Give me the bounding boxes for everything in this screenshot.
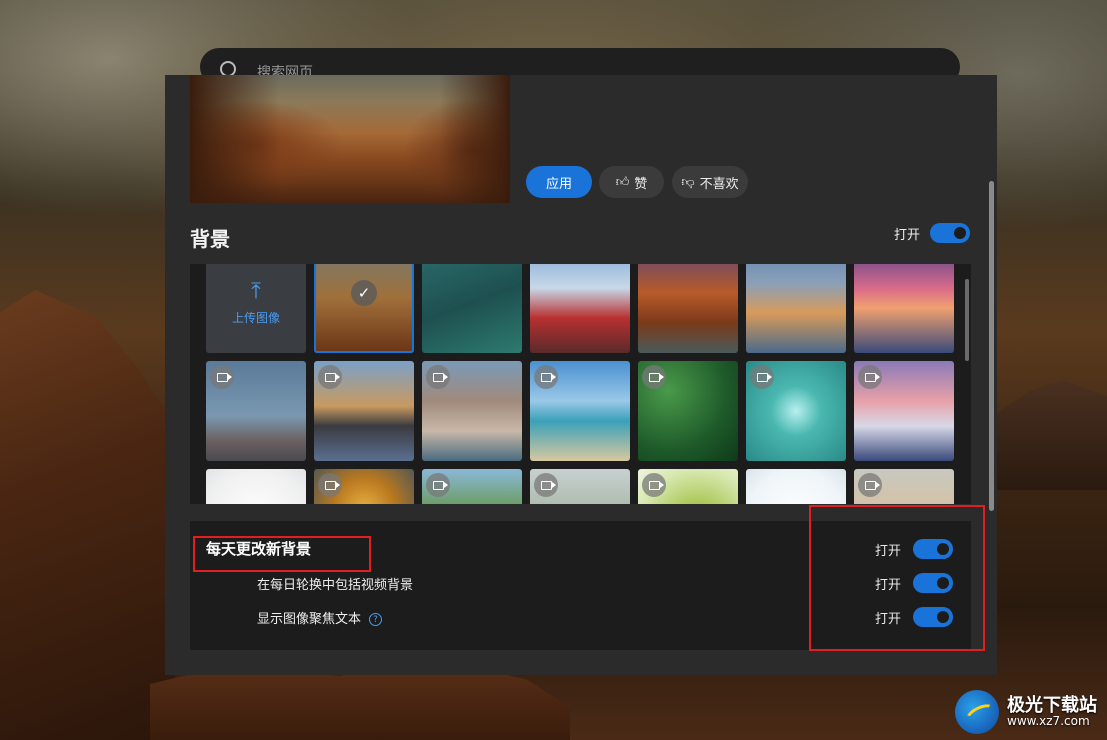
- video-camera-icon: [642, 473, 666, 497]
- wallpaper-thumbnail[interactable]: [638, 469, 738, 504]
- wallpaper-thumbnail[interactable]: [530, 469, 630, 504]
- spotlight-text-label-wrap: 显示图像聚焦文本?: [257, 608, 383, 627]
- background-toggle[interactable]: [930, 223, 971, 243]
- wallpaper-gallery: ⤒ 上传图像 ✓: [190, 264, 971, 504]
- like-label: 赞: [634, 176, 648, 192]
- panel-scrollbar[interactable]: [989, 181, 994, 511]
- background-rock-right: [997, 380, 1107, 490]
- video-camera-icon: [210, 365, 234, 389]
- spotlight-text-label: 显示图像聚焦文本: [257, 612, 362, 627]
- wallpaper-thumbnail[interactable]: [422, 361, 522, 461]
- wallpaper-thumbnail[interactable]: [746, 469, 846, 504]
- highlight-box-toggles: [809, 505, 985, 651]
- upload-image-button[interactable]: ⤒ 上传图像: [206, 264, 306, 353]
- wallpaper-thumbnail[interactable]: [638, 361, 738, 461]
- video-camera-icon: [750, 365, 774, 389]
- highlight-box-title: [193, 536, 371, 572]
- wallpaper-grid: ⤒ 上传图像 ✓: [206, 264, 954, 504]
- current-background-preview: [190, 75, 510, 203]
- wallpaper-thumbnail[interactable]: [314, 469, 414, 504]
- video-camera-icon: [426, 473, 450, 497]
- background-toggle-row: 打开: [894, 223, 971, 243]
- wallpaper-thumbnail[interactable]: [854, 264, 954, 353]
- thumbs-up-icon: 👍︎: [615, 174, 630, 190]
- video-camera-icon: [642, 365, 666, 389]
- dislike-button[interactable]: 👎︎ 不喜欢: [672, 166, 748, 198]
- toggle-knob: [954, 227, 967, 239]
- apply-label: 应用: [545, 176, 572, 192]
- wallpaper-thumbnail[interactable]: [206, 469, 306, 504]
- background-toggle-label: 打开: [894, 227, 921, 243]
- wallpaper-thumbnail[interactable]: [314, 361, 414, 461]
- video-camera-icon: [318, 365, 342, 389]
- wallpaper-thumbnail[interactable]: [638, 264, 738, 353]
- watermark-url: www.xz7.com: [1007, 714, 1090, 729]
- site-logo-icon: [955, 690, 999, 734]
- gallery-scrollbar[interactable]: [965, 279, 969, 361]
- apply-button[interactable]: 应用: [526, 166, 592, 198]
- thumbs-down-icon: 👎︎: [681, 174, 695, 190]
- wallpaper-thumbnail[interactable]: [854, 361, 954, 461]
- dislike-label: 不喜欢: [699, 176, 739, 192]
- video-camera-icon: [858, 473, 882, 497]
- wallpaper-thumbnail[interactable]: [746, 264, 846, 353]
- include-video-label: 在每日轮换中包括视频背景: [257, 578, 414, 593]
- wallpaper-thumbnail[interactable]: ✓: [314, 264, 414, 353]
- video-camera-icon: [534, 473, 558, 497]
- watermark: 极光下载站 www.xz7.com: [955, 690, 1097, 734]
- wallpaper-thumbnail[interactable]: [206, 361, 306, 461]
- like-button[interactable]: 👍︎ 赞: [599, 166, 664, 198]
- checkmark-icon: ✓: [351, 280, 377, 306]
- wallpaper-thumbnail[interactable]: [854, 469, 954, 504]
- wallpaper-thumbnail[interactable]: [422, 264, 522, 353]
- video-camera-icon: [534, 365, 558, 389]
- upload-icon: ⤒: [251, 278, 261, 304]
- wallpaper-thumbnail[interactable]: [746, 361, 846, 461]
- video-camera-icon: [858, 365, 882, 389]
- wallpaper-thumbnail[interactable]: [530, 264, 630, 353]
- wallpaper-thumbnail[interactable]: [422, 469, 522, 504]
- upload-label: 上传图像: [231, 310, 280, 325]
- video-camera-icon: [426, 365, 450, 389]
- help-icon[interactable]: ?: [369, 613, 383, 626]
- watermark-name: 极光下载站: [1007, 694, 1097, 716]
- video-camera-icon: [318, 473, 342, 497]
- section-title: 背景: [190, 227, 230, 251]
- wallpaper-thumbnail[interactable]: [530, 361, 630, 461]
- background-rock-left: [0, 290, 175, 740]
